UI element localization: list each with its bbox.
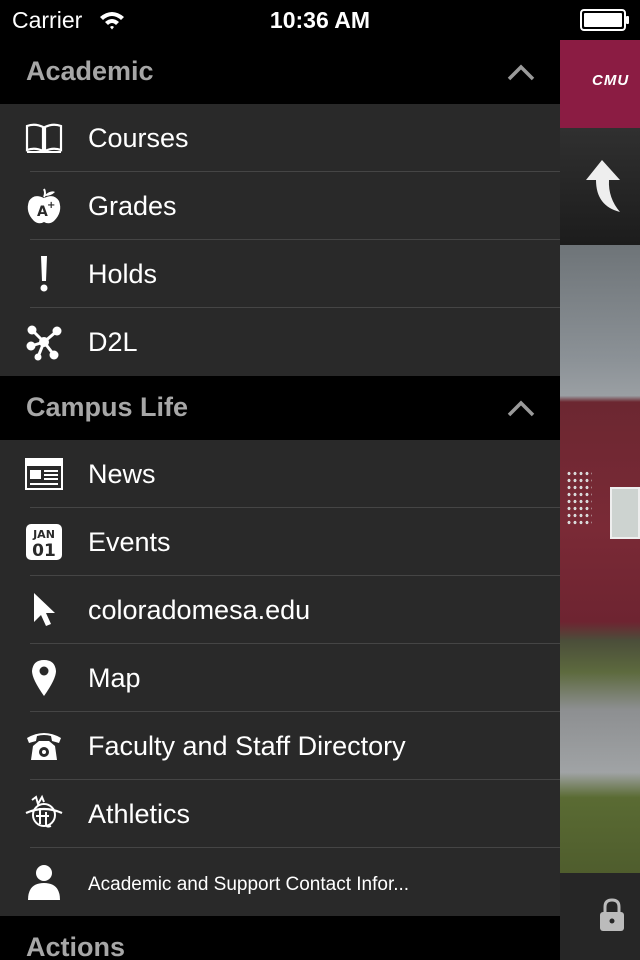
athletics-logo-icon (24, 794, 64, 834)
exclamation-icon (24, 254, 64, 294)
building-windows (566, 470, 592, 526)
menu-item-grades[interactable]: A + Grades (0, 172, 560, 240)
menu-item-d2l[interactable]: D2L (0, 308, 560, 376)
status-bar: Carrier 10:36 AM (0, 0, 640, 40)
apple-icon: A + (24, 186, 64, 226)
calendar-day: 01 (32, 541, 56, 561)
menu-item-label: Academic and Support Contact Infor... (88, 874, 410, 895)
telephone-icon (24, 726, 64, 766)
menu-item-directory[interactable]: Faculty and Staff Directory (0, 712, 560, 780)
section-title: Academic (26, 56, 154, 86)
chevron-up-icon[interactable] (506, 398, 536, 418)
lock-icon[interactable] (598, 897, 626, 933)
newspaper-icon (24, 454, 64, 494)
building-glass (610, 487, 640, 539)
bottom-bar (560, 873, 640, 960)
section-header-academic[interactable]: Academic (0, 40, 560, 104)
person-icon (24, 862, 64, 902)
section-title: Campus Life (26, 392, 189, 422)
section-header-actions[interactable]: Actions (0, 916, 560, 960)
svg-text:+: + (47, 200, 55, 211)
chevron-up-icon[interactable] (506, 62, 536, 82)
map-pin-icon (24, 658, 64, 698)
cursor-icon (24, 590, 64, 630)
menu-item-label: News (88, 459, 156, 489)
menu-item-courses[interactable]: Courses (0, 104, 560, 172)
calendar-icon: JAN 01 (24, 522, 64, 562)
menu-item-label: Map (88, 663, 141, 693)
menu-item-label: Holds (88, 259, 158, 289)
menu-item-holds[interactable]: Holds (0, 240, 560, 308)
menu-item-map[interactable]: Map (0, 644, 560, 712)
section-title: Actions (26, 932, 126, 960)
menu-item-news[interactable]: News (0, 440, 560, 508)
menu-item-label: Events (88, 527, 171, 557)
menu-item-label: D2L (88, 327, 138, 357)
menu-item-label: Grades (88, 191, 177, 221)
network-icon (24, 322, 64, 362)
menu-item-events[interactable]: JAN 01 Events (0, 508, 560, 576)
menu-item-academic-support-contact[interactable]: Academic and Support Contact Infor... (0, 848, 560, 916)
campus-photo (560, 245, 640, 873)
arrow-banner (560, 128, 640, 245)
battery-icon (580, 9, 629, 31)
menu-item-coloradomesa-edu[interactable]: coloradomesa.edu (0, 576, 560, 644)
menu-item-label: Athletics (88, 799, 191, 829)
menu-item-athletics[interactable]: Athletics (0, 780, 560, 848)
background-home-screen[interactable]: CMU (560, 0, 640, 960)
book-icon (24, 118, 64, 158)
menu-item-label: Faculty and Staff Directory (88, 731, 406, 761)
calendar-month: JAN (32, 528, 55, 541)
clock-time: 10:36 AM (269, 7, 371, 33)
menu-item-label: Courses (88, 123, 189, 153)
side-menu: Academic Courses A + Grades Holds D2L Cam… (0, 40, 560, 960)
menu-item-label: coloradomesa.edu (88, 595, 311, 625)
curved-arrow-icon (586, 160, 620, 212)
cmu-logo: CMU (592, 72, 630, 89)
section-header-campus-life[interactable]: Campus Life (0, 376, 560, 440)
